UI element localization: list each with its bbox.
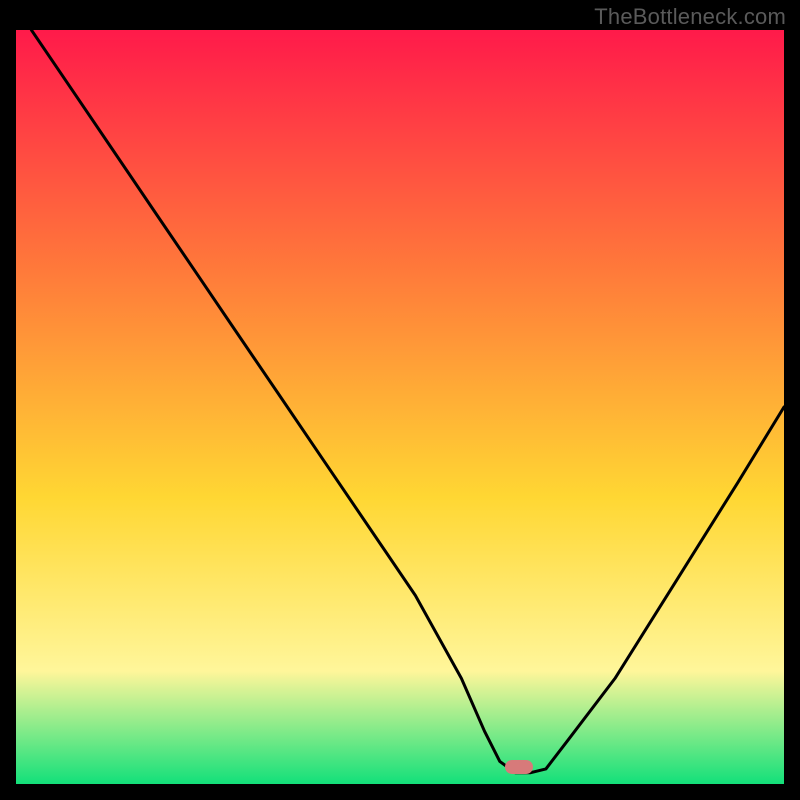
gradient-background [16, 30, 784, 784]
bottleneck-chart [16, 30, 784, 784]
watermark-text: TheBottleneck.com [594, 4, 786, 30]
chart-frame [16, 30, 784, 784]
optimal-point-marker [505, 760, 533, 774]
